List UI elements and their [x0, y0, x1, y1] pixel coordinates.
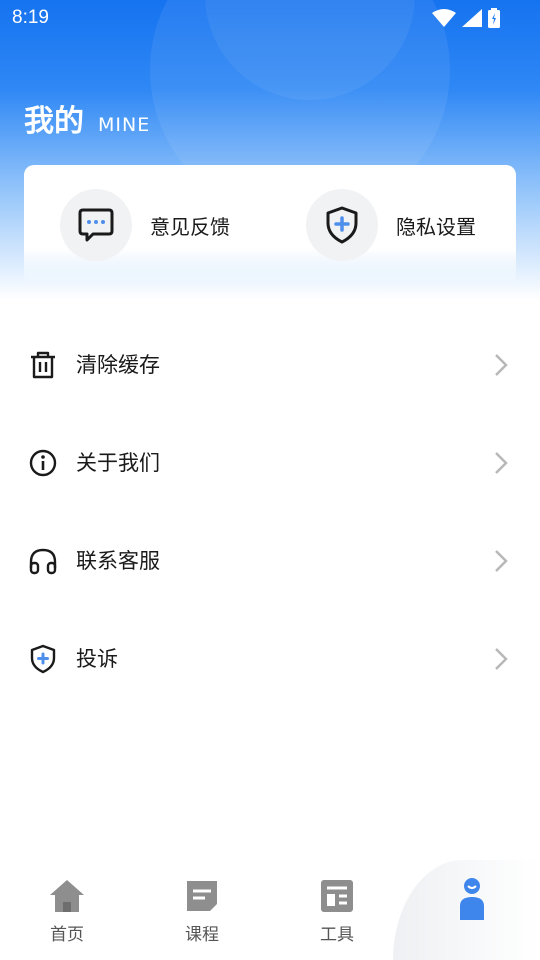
- menu-item-about-us[interactable]: 关于我们: [0, 413, 540, 511]
- menu-item-label: 联系客服: [76, 549, 160, 573]
- user-icon: [460, 878, 484, 920]
- bottom-tab-bar: 首页 课程 工具: [0, 860, 540, 960]
- feedback-label: 意见反馈: [150, 214, 230, 239]
- chevron-right-icon: [495, 550, 508, 572]
- menu-item-label: 关于我们: [76, 451, 160, 475]
- tools-icon: [321, 880, 353, 912]
- chevron-right-icon: [495, 648, 508, 670]
- page-subtitle: MINE: [98, 114, 151, 136]
- menu-item-label: 投诉: [76, 647, 118, 671]
- page-header: 我的 MINE: [24, 96, 150, 140]
- shield-plus-icon: [326, 206, 358, 244]
- system-icons: [432, 8, 500, 28]
- privacy-settings-button[interactable]: 隐私设置: [306, 189, 476, 261]
- status-time: 8:19: [12, 7, 49, 28]
- tab-label: 首页: [50, 925, 84, 945]
- battery-icon: [488, 8, 500, 28]
- tab-mine[interactable]: [432, 876, 512, 926]
- menu-item-contact-service[interactable]: 联系客服: [0, 511, 540, 609]
- tab-label: 课程: [185, 925, 219, 945]
- wifi-icon: [432, 9, 456, 27]
- status-bar: 8:19: [0, 0, 540, 36]
- trash-icon: [31, 351, 55, 379]
- quick-actions-card: 意见反馈 隐私设置: [24, 165, 516, 285]
- tab-home[interactable]: 首页: [27, 878, 107, 945]
- privacy-label: 隐私设置: [396, 214, 476, 239]
- signal-icon: [462, 9, 482, 27]
- feedback-button[interactable]: 意见反馈: [60, 189, 230, 261]
- chevron-right-icon: [495, 354, 508, 376]
- tab-label: 工具: [320, 925, 354, 945]
- menu-item-complaint[interactable]: 投诉: [0, 609, 540, 707]
- chat-bubble-icon: [78, 208, 114, 242]
- tab-tools[interactable]: 工具: [297, 878, 377, 945]
- feedback-icon-circle: [60, 189, 132, 261]
- settings-menu: 清除缓存 关于我们 联系客服 投诉: [0, 315, 540, 707]
- info-icon: [29, 449, 57, 477]
- chevron-right-icon: [495, 452, 508, 474]
- tab-course[interactable]: 课程: [162, 878, 242, 945]
- menu-item-clear-cache[interactable]: 清除缓存: [0, 315, 540, 413]
- privacy-icon-circle: [306, 189, 378, 261]
- home-icon: [50, 880, 84, 912]
- headset-icon: [29, 548, 57, 575]
- shield-plus-icon: [30, 644, 56, 674]
- menu-item-label: 清除缓存: [76, 353, 160, 377]
- page-title: 我的: [24, 104, 84, 139]
- course-icon: [187, 881, 217, 911]
